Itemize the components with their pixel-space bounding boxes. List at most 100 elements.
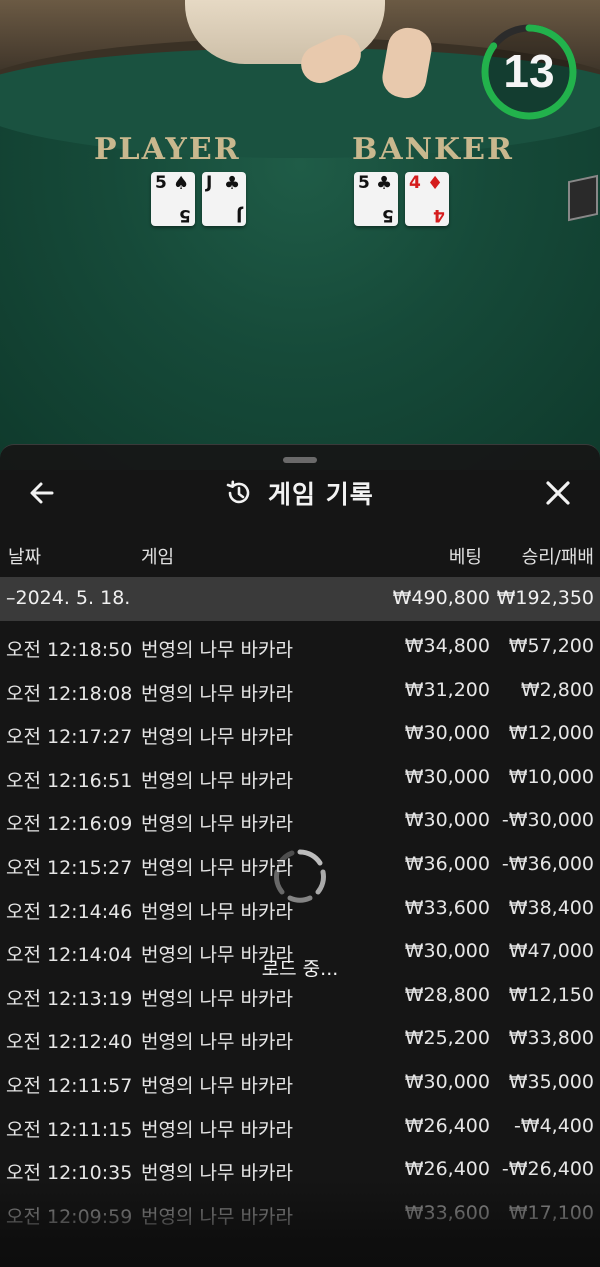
row-time: 오전 12:12:40 [6, 1031, 133, 1054]
summary-result-total: ₩192,350 [496, 587, 594, 609]
row-game-name: 번영의 나무 바카라 [141, 726, 293, 749]
player-label: PLAYER [94, 132, 241, 167]
row-result-amount: ₩33,800 [508, 1027, 594, 1050]
close-icon [546, 481, 570, 505]
sheet-drag-handle[interactable] [283, 457, 317, 463]
column-headers: 날짜 게임 베팅 승리/패배 [0, 537, 600, 573]
row-result-amount: ₩12,000 [508, 722, 594, 745]
close-button[interactable] [542, 477, 574, 509]
row-bet-amount: ₩36,000 [404, 852, 490, 875]
card-rank: 5 [358, 173, 370, 193]
history-row[interactable]: 오전 12:16:09 번영의 나무 바카라 ₩30,000 -₩30,000 [0, 799, 600, 843]
row-result-amount: -₩26,400 [501, 1158, 594, 1181]
row-bet-amount: ₩31,200 [404, 678, 490, 701]
playing-card: 5 ♠ 5 [151, 172, 195, 226]
card-rank: 5 [155, 173, 167, 193]
playing-card: 5 ♣ 5 [354, 172, 398, 226]
row-bet-amount: ₩25,200 [404, 1027, 490, 1050]
row-game-name: 번영의 나무 바카라 [141, 682, 293, 705]
row-time: 오전 12:11:57 [6, 1074, 133, 1097]
card-suit-icon: ♠ [173, 173, 190, 194]
card-suit-icon: ♣ [376, 173, 393, 194]
row-bet-amount: ₩34,800 [404, 635, 490, 657]
row-time: 오전 12:09:59 [6, 1205, 133, 1228]
loading-label: 로드 중... [261, 958, 339, 980]
history-row[interactable]: 오전 12:18:08 번영의 나무 바카라 ₩31,200 ₩2,800 [0, 669, 600, 713]
row-time: 오전 12:16:51 [6, 769, 133, 792]
row-time: 오전 12:17:27 [6, 726, 133, 749]
date-summary-row[interactable]: –2024. 5. 18. ₩490,800 ₩192,350 [0, 577, 600, 621]
arrow-left-icon [30, 482, 54, 504]
loading-indicator: 로드 중... [250, 846, 350, 982]
row-bet-amount: ₩30,000 [404, 722, 490, 745]
row-time: 오전 12:11:15 [6, 1118, 133, 1141]
column-header-date[interactable]: 날짜 [8, 543, 41, 569]
column-header-bet[interactable]: 베팅 [449, 543, 482, 569]
row-game-name: 번영의 나무 바카라 [141, 813, 293, 836]
row-bet-amount: ₩26,400 [404, 1158, 490, 1181]
row-bet-amount: ₩26,400 [404, 1114, 490, 1137]
column-header-game[interactable]: 게임 [141, 543, 174, 569]
loading-spinner-icon [274, 849, 326, 903]
row-bet-amount: ₩28,800 [404, 983, 490, 1006]
row-bet-amount: ₩33,600 [404, 896, 490, 919]
history-row[interactable]: 오전 12:11:15 번영의 나무 바카라 ₩26,400 -₩4,400 [0, 1105, 600, 1149]
playing-card: 4 ♦ 4 [405, 172, 449, 226]
card-rank: J [206, 173, 213, 193]
history-clock-icon [226, 480, 250, 504]
back-button[interactable] [26, 477, 58, 509]
card-rank-inverted: 5 [179, 205, 191, 225]
history-row[interactable]: 오전 12:17:27 번영의 나무 바카라 ₩30,000 ₩12,000 [0, 712, 600, 756]
history-row[interactable]: 오전 12:18:50 번영의 나무 바카라 ₩34,800 ₩57,200 [0, 625, 600, 669]
summary-date: –2024. 5. 18. [6, 587, 131, 609]
row-game-name: 번영의 나무 바카라 [141, 1031, 293, 1054]
row-result-amount: ₩47,000 [508, 940, 594, 963]
row-result-amount: -₩36,000 [501, 852, 594, 875]
row-time: 오전 12:10:35 [6, 1162, 133, 1185]
row-game-name: 번영의 나무 바카라 [141, 639, 293, 661]
card-rank: 4 [409, 173, 421, 193]
sheet-header: 게임 기록 [0, 467, 600, 519]
row-result-amount: -₩4,400 [513, 1114, 594, 1137]
row-time: 오전 12:18:50 [6, 639, 133, 661]
row-game-name: 번영의 나무 바카라 [141, 1118, 293, 1141]
row-result-amount: ₩57,200 [508, 635, 594, 657]
row-bet-amount: ₩30,000 [404, 809, 490, 832]
row-game-name: 번영의 나무 바카라 [141, 769, 293, 792]
history-row[interactable]: 오전 12:09:59 번영의 나무 바카라 ₩33,600 ₩17,100 [0, 1192, 600, 1236]
row-time: 오전 12:15:27 [6, 856, 133, 879]
history-row[interactable]: 오전 12:11:57 번영의 나무 바카라 ₩30,000 ₩35,000 [0, 1061, 600, 1105]
card-suit-icon: ♦ [427, 173, 444, 194]
row-result-amount: -₩30,000 [501, 809, 594, 832]
row-game-name: 번영의 나무 바카라 [141, 987, 293, 1010]
row-bet-amount: ₩30,000 [404, 1070, 490, 1093]
sheet-title-group: 게임 기록 [224, 475, 374, 511]
row-game-name: 번영의 나무 바카라 [141, 1205, 293, 1228]
summary-bet-total: ₩490,800 [392, 587, 490, 609]
card-suit-icon: ♣ [224, 173, 241, 194]
row-result-amount: ₩35,000 [508, 1070, 594, 1093]
card-rank-inverted: 4 [433, 205, 445, 225]
history-row[interactable]: 오전 12:10:35 번영의 나무 바카라 ₩26,400 -₩26,400 [0, 1148, 600, 1192]
banker-label: BANKER [352, 132, 514, 167]
row-time: 오전 12:18:08 [6, 682, 133, 705]
row-time: 오전 12:16:09 [6, 813, 133, 836]
row-time: 오전 12:14:04 [6, 944, 133, 967]
row-bet-amount: ₩30,000 [404, 940, 490, 963]
row-bet-amount: ₩30,000 [404, 765, 490, 788]
column-header-result[interactable]: 승리/패배 [522, 543, 594, 569]
countdown-value: 13 [503, 45, 555, 97]
row-time: 오전 12:13:19 [6, 987, 133, 1010]
row-game-name: 번영의 나무 바카라 [141, 1162, 293, 1185]
row-result-amount: ₩17,100 [508, 1201, 594, 1224]
card-rank-inverted: J [235, 205, 242, 225]
sheet-title: 게임 기록 [268, 480, 374, 509]
row-bet-amount: ₩33,600 [404, 1201, 490, 1224]
card-shoe [568, 174, 598, 222]
card-rank-inverted: 5 [382, 205, 394, 225]
history-row[interactable]: 오전 12:16:51 번영의 나무 바카라 ₩30,000 ₩10,000 [0, 756, 600, 800]
row-result-amount: ₩2,800 [520, 678, 594, 701]
history-row[interactable]: 오전 12:12:40 번영의 나무 바카라 ₩25,200 ₩33,800 [0, 1017, 600, 1061]
row-time: 오전 12:14:46 [6, 900, 133, 923]
row-result-amount: ₩10,000 [508, 765, 594, 788]
